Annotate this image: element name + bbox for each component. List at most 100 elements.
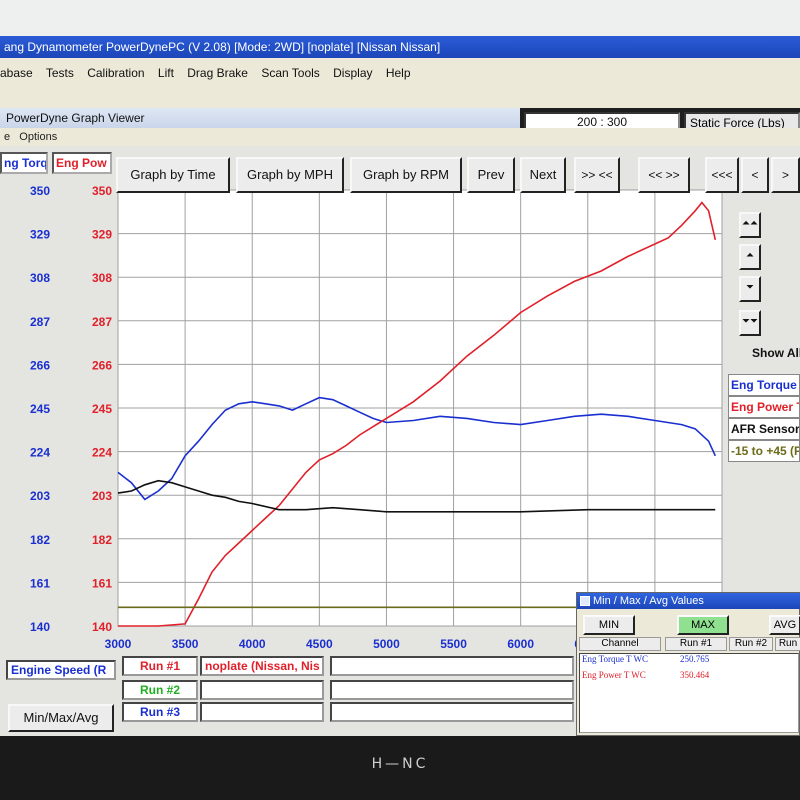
screen-top-area [0, 0, 800, 36]
y-tick-label-left: 350 [30, 184, 50, 198]
dyno-chart: 140 140 161 161 182 182 203 203 224 224 245 245 266 2… [30, 184, 723, 651]
forward-button[interactable]: > [771, 157, 800, 193]
menu-tests[interactable]: Tests [46, 66, 74, 80]
run-2-notes[interactable] [330, 680, 574, 700]
x-tick-label: 5000 [373, 637, 400, 651]
monitor-brand-logo: H—NC [371, 756, 429, 772]
y-tick-label-right: 329 [92, 228, 112, 242]
y-tick-label-right: 287 [92, 315, 112, 329]
run-3-notes[interactable] [330, 702, 574, 722]
show-all-button[interactable]: Show All [752, 346, 800, 360]
menu-drag-brake[interactable]: Drag Brake [187, 66, 248, 80]
app-title: ang Dynamometer PowerDynePC (V 2.08) [Mo… [4, 40, 441, 54]
run-3-description[interactable] [200, 702, 324, 722]
menu-display[interactable]: Display [333, 66, 372, 80]
run-1-notes[interactable] [330, 656, 574, 676]
run-1-text: Run #1 [139, 659, 180, 673]
x-tick-label: 5500 [440, 637, 467, 651]
first-button[interactable]: <<< [705, 157, 739, 193]
legend-item[interactable]: Eng Power T [728, 396, 800, 418]
column-run-3: Run [775, 637, 800, 651]
y-tick-label-left: 161 [30, 576, 50, 590]
y-tick-label-left: 224 [30, 446, 50, 460]
graph-viewer-menu: e Options [0, 128, 800, 146]
y-tick-label-right: 140 [92, 620, 112, 634]
window-icon [580, 596, 590, 606]
run-2-label[interactable]: Run #2 [122, 680, 198, 700]
run-2-text: Run #2 [139, 683, 180, 697]
min-max-avg-button[interactable]: Min/Max/Avg [8, 704, 114, 732]
back-button[interactable]: < [741, 157, 769, 193]
y-tick-label-left: 287 [30, 315, 50, 329]
menu-lift[interactable]: Lift [158, 66, 174, 80]
y-tick-label-right: 245 [92, 402, 112, 416]
menu-database[interactable]: abase [0, 66, 33, 80]
run-3-label[interactable]: Run #3 [122, 702, 198, 722]
run-2-description[interactable] [200, 680, 324, 700]
y-tick-label-left: 308 [30, 271, 50, 285]
scroll-top-icon[interactable]: ⏶⏶ [739, 212, 761, 238]
y-tick-label-right: 161 [92, 576, 112, 590]
table-row: Eng Torque T WC 250.765 [582, 654, 709, 664]
zoom-in-button[interactable]: >> << [574, 157, 620, 193]
next-button[interactable]: Next [520, 157, 566, 193]
x-tick-label: 4000 [239, 637, 266, 651]
min-max-avg-title: Min / Max / Avg Values [593, 595, 704, 607]
column-run-1: Run #1 [665, 637, 727, 651]
y-tick-label-left: 329 [30, 228, 50, 242]
app-body-strip [0, 88, 800, 108]
y-tick-label-left: 245 [30, 402, 50, 416]
y-tick-label-right: 224 [92, 446, 112, 460]
menu-file[interactable]: e [4, 131, 10, 143]
menu-scan-tools[interactable]: Scan Tools [261, 66, 319, 80]
min-max-avg-window: Min / Max / Avg Values MIN MAX AVG Chann… [576, 592, 800, 736]
menu-help[interactable]: Help [386, 66, 411, 80]
row-2-run-1: 350.464 [680, 670, 710, 680]
run-1-description[interactable]: noplate (Nissan, Nis [200, 656, 324, 676]
x-tick-label: 3000 [105, 637, 132, 651]
prev-button[interactable]: Prev [467, 157, 515, 193]
avg-button[interactable]: AVG [769, 615, 800, 635]
y-tick-label-right: 308 [92, 271, 112, 285]
run-1-label[interactable]: Run #1 [122, 656, 198, 676]
column-channel: Channel [579, 637, 661, 651]
x-tick-label: 3500 [172, 637, 199, 651]
scroll-up-icon[interactable]: ⏶ [739, 244, 761, 270]
legend-item[interactable]: AFR Sensor # [728, 418, 800, 440]
row-1-run-1: 250.765 [680, 654, 710, 664]
app-menu-bar: abase Tests Calibration Lift Drag Brake … [0, 58, 800, 88]
legend-item[interactable]: -15 to +45 (PS [728, 440, 800, 462]
y-tick-label-left: 182 [30, 533, 50, 547]
y-tick-label-left: 266 [30, 358, 50, 372]
min-button[interactable]: MIN [583, 615, 635, 635]
run-3-text: Run #3 [139, 705, 180, 719]
graph-by-mph-button[interactable]: Graph by MPH [236, 157, 344, 193]
y-tick-label-right: 350 [92, 184, 112, 198]
x-channel-box[interactable]: Engine Speed (R [6, 660, 116, 680]
max-button[interactable]: MAX [677, 615, 729, 635]
min-max-avg-table: Eng Torque T WC 250.765 Eng Power T WC 3… [579, 653, 799, 733]
y-tick-label-right: 266 [92, 358, 112, 372]
y-tick-label-left: 203 [30, 489, 50, 503]
column-run-2: Run #2 [729, 637, 773, 651]
y-tick-label-right: 203 [92, 489, 112, 503]
table-row: Eng Power T WC 350.464 [582, 670, 709, 680]
graph-by-rpm-button[interactable]: Graph by RPM [350, 157, 462, 193]
legend-item[interactable]: Eng Torque T [728, 374, 800, 396]
zoom-out-button[interactable]: << >> [638, 157, 690, 193]
menu-calibration[interactable]: Calibration [87, 66, 144, 80]
min-max-avg-title-bar: Min / Max / Avg Values [577, 593, 800, 609]
y-tick-label-right: 182 [92, 533, 112, 547]
row-1-channel: Eng Torque T WC [582, 654, 648, 664]
graph-viewer-title-bar: PowerDyne Graph Viewer [0, 108, 520, 128]
x-tick-label: 4500 [306, 637, 333, 651]
row-2-channel: Eng Power T WC [582, 670, 646, 680]
scroll-down-icon[interactable]: ⏷ [739, 276, 761, 302]
graph-viewer-title: PowerDyne Graph Viewer [6, 111, 145, 125]
app-title-bar: ang Dynamometer PowerDynePC (V 2.08) [Mo… [0, 36, 800, 58]
graph-by-time-button[interactable]: Graph by Time [116, 157, 230, 193]
menu-options[interactable]: Options [19, 131, 57, 143]
scroll-bottom-icon[interactable]: ⏷⏷ [739, 310, 761, 336]
x-tick-label: 6000 [507, 637, 534, 651]
y-tick-label-left: 140 [30, 620, 50, 634]
